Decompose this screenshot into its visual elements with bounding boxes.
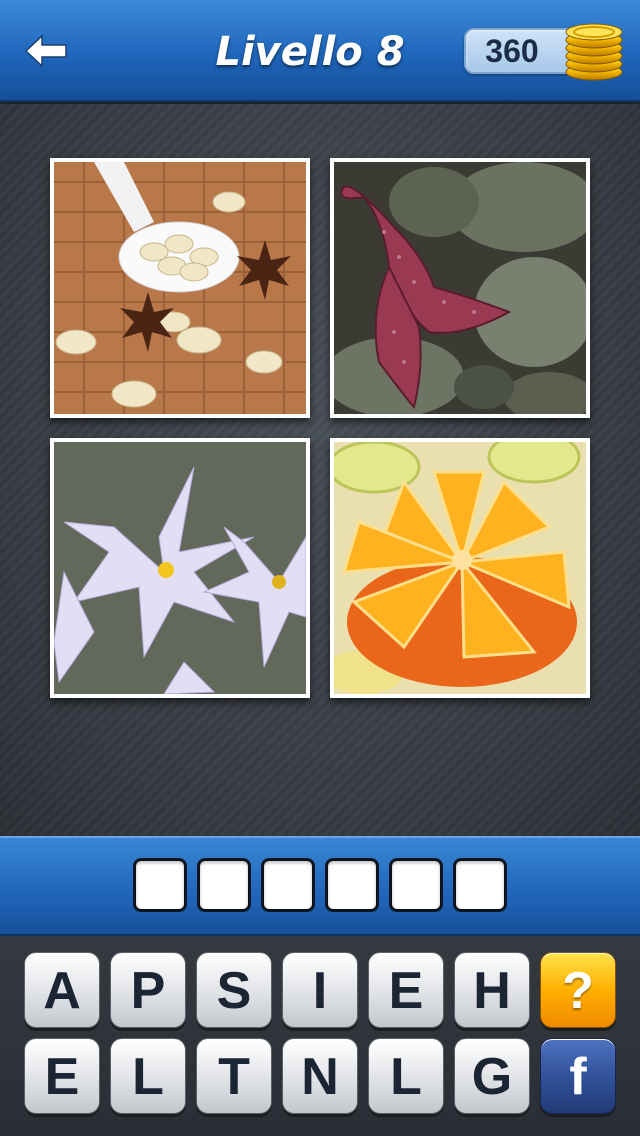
letter-key[interactable]: E (24, 1038, 100, 1114)
facebook-share-button[interactable]: f (540, 1038, 616, 1114)
letter-key[interactable]: S (196, 952, 272, 1028)
hint-button[interactable]: ? (540, 952, 616, 1028)
puzzle-image-3[interactable] (50, 438, 310, 698)
puzzle-image-2[interactable] (330, 158, 590, 418)
letter-key[interactable]: P (110, 952, 186, 1028)
carved-orange-picture (334, 442, 586, 694)
letter-key[interactable]: H (454, 952, 530, 1028)
back-button[interactable] (18, 26, 74, 76)
answer-slot[interactable] (133, 858, 187, 912)
starfish-rocks-picture (334, 162, 586, 414)
answer-slot[interactable] (389, 858, 443, 912)
letter-key[interactable]: L (110, 1038, 186, 1114)
puzzle-image-1[interactable] (50, 158, 310, 418)
gold-coins-icon (565, 23, 623, 81)
letter-key[interactable]: N (282, 1038, 358, 1114)
puzzle-image-4[interactable] (330, 438, 590, 698)
letter-key[interactable]: T (196, 1038, 272, 1114)
letter-key[interactable]: G (454, 1038, 530, 1114)
coins-count: 360 (485, 33, 539, 69)
letter-key[interactable]: I (282, 952, 358, 1028)
letter-key[interactable]: L (368, 1038, 444, 1114)
white-lilac-flowers-picture (54, 442, 306, 694)
top-bar: Livello 8 360 (0, 0, 640, 102)
back-arrow-icon (24, 34, 67, 68)
answer-slot[interactable] (325, 858, 379, 912)
letter-key[interactable]: A (24, 952, 100, 1028)
answer-slot[interactable] (453, 858, 507, 912)
answer-slot[interactable] (261, 858, 315, 912)
almonds-star-anise-picture (54, 162, 306, 414)
answer-bar (0, 836, 640, 936)
answer-slot[interactable] (197, 858, 251, 912)
letter-key[interactable]: E (368, 952, 444, 1028)
level-title: Livello 8 (215, 29, 405, 75)
